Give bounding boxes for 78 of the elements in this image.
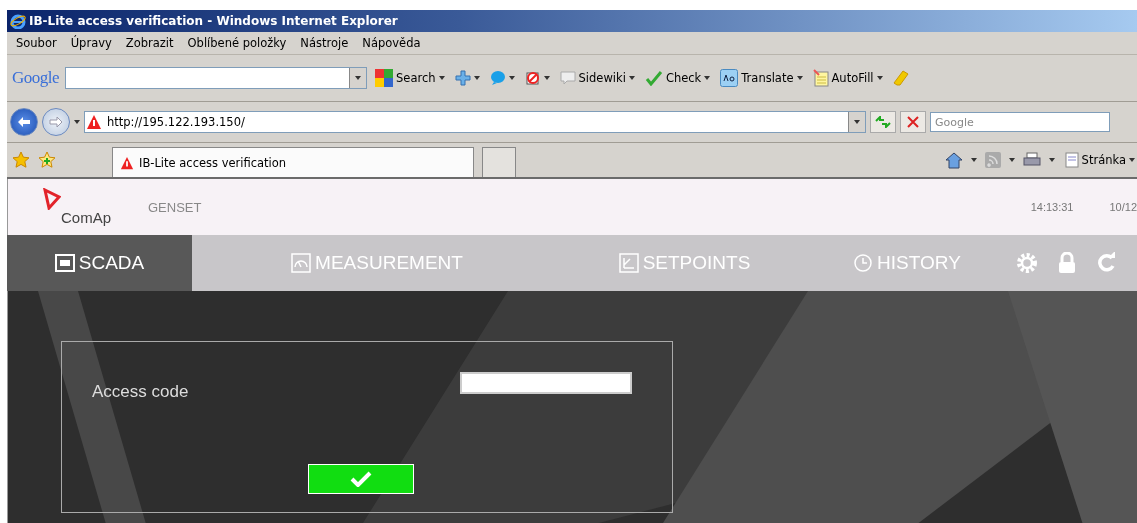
io-panel-icon: [54, 254, 75, 272]
toolbar-button[interactable]: Search: [373, 69, 447, 87]
caret-icon: [1048, 158, 1055, 162]
notepad-icon: [812, 69, 829, 87]
caret-icon: [1008, 158, 1015, 162]
add-star-icon[interactable]: [38, 151, 56, 169]
left-arrow-icon: [17, 116, 31, 128]
checkmark-icon: [350, 471, 372, 487]
g-square-icon: [375, 69, 394, 87]
warning-triangle-icon: [119, 155, 135, 170]
close-icon: [907, 116, 919, 128]
caret-icon: [854, 120, 860, 124]
gauge-icon: [291, 253, 312, 273]
caret-icon: [970, 158, 977, 162]
highlighter-icon: [892, 69, 911, 87]
forward-button[interactable]: [42, 108, 70, 136]
nav-tab[interactable]: SCADA: [7, 235, 192, 291]
speech-bubble-icon: [489, 70, 506, 86]
spellcheck-icon: [644, 70, 663, 86]
translate-icon: [720, 69, 739, 87]
menu-item[interactable]: Zobrazit: [125, 36, 174, 50]
window-title: IB-Lite access verification - Windows Internet Explorer: [29, 14, 398, 28]
chart-icon: [618, 253, 639, 273]
circular-arrow-icon: [1096, 252, 1118, 274]
arrows-icon: [875, 116, 891, 128]
toolbar-button[interactable]: Translate: [718, 69, 805, 87]
stop-button[interactable]: [900, 111, 926, 133]
clock-icon: [853, 253, 874, 273]
back-button[interactable]: [10, 108, 38, 136]
access-code-label: Access code: [92, 382, 190, 402]
caret-icon: [704, 76, 711, 80]
toolbar-button[interactable]: Sidewiki: [557, 70, 637, 86]
plus-icon: [454, 70, 471, 86]
caret-icon: [508, 76, 515, 80]
padlock-icon: [1058, 252, 1076, 274]
browser-e-icon: [10, 13, 26, 29]
access-code-field[interactable]: [460, 372, 632, 394]
google-logo: Google: [12, 68, 60, 88]
refresh-button[interactable]: [870, 111, 896, 133]
warning-triangle-icon: [85, 114, 103, 130]
logo-text: ComAp: [61, 209, 112, 226]
caret-icon: [74, 120, 80, 124]
page-menu-button[interactable]: Stránka: [1062, 152, 1137, 168]
menu-item[interactable]: Úpravy: [70, 36, 112, 50]
device-name: GENSET: [148, 199, 202, 215]
caret-icon: [438, 76, 445, 80]
menu-item[interactable]: Oblíbené položky: [187, 36, 287, 50]
caret-icon: [355, 76, 362, 80]
caret-icon: [628, 76, 635, 80]
caret-icon: [796, 76, 803, 80]
caret-icon: [473, 76, 480, 80]
feed-icon[interactable]: [984, 152, 1001, 168]
right-arrow-icon: [49, 116, 63, 128]
browser-tab[interactable]: IB-Lite access verification: [112, 147, 474, 177]
caret-icon: [543, 76, 550, 80]
caret-icon: [1129, 158, 1135, 162]
time-text: 14:13:31: [1030, 201, 1074, 213]
printer-icon[interactable]: [1022, 152, 1041, 168]
blocked-window-icon: [524, 70, 541, 86]
toolbar-button[interactable]: Check: [642, 70, 713, 86]
speech-bubble-icon: [559, 70, 576, 86]
menu-item[interactable]: Nástroje: [300, 36, 349, 50]
menu-item[interactable]: Soubor: [16, 36, 57, 50]
date-text: 10/12: [1109, 201, 1137, 213]
search-field[interactable]: Google: [930, 112, 1110, 132]
new-tab-button[interactable]: [482, 147, 516, 177]
toolbar-button[interactable]: AutoFill: [810, 69, 885, 87]
star-icon[interactable]: [12, 151, 30, 169]
toolbar-search-field[interactable]: [65, 67, 368, 89]
logo-triangle-icon: [43, 188, 61, 210]
document-icon: [1064, 152, 1079, 168]
menu-item[interactable]: Nápověda: [362, 36, 421, 50]
address-field[interactable]: http://195.122.193.150/: [84, 111, 866, 133]
toolbar-button[interactable]: [452, 70, 482, 86]
gear-icon: [1016, 252, 1038, 274]
caret-icon: [876, 76, 883, 80]
confirm-button[interactable]: [308, 464, 414, 494]
home-icon[interactable]: [944, 151, 963, 169]
